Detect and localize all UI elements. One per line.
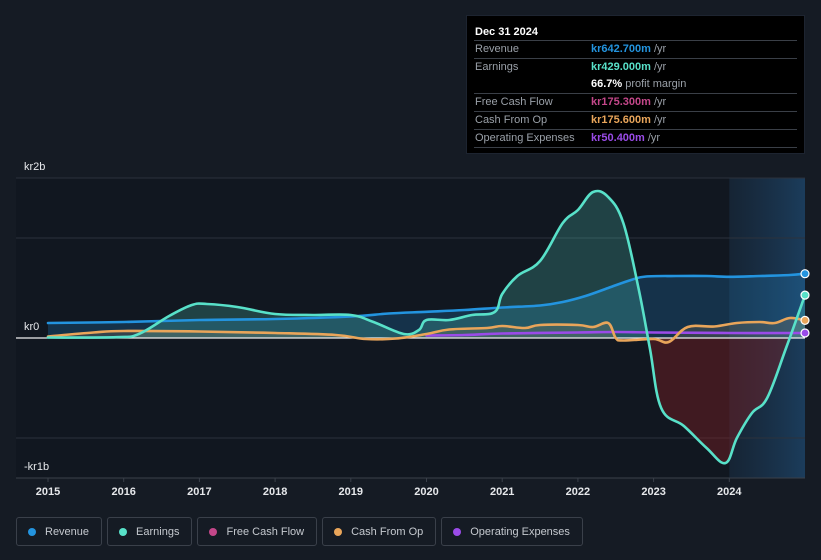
- tooltip-row-revenue: Revenue kr642.700m /yr: [474, 40, 797, 58]
- cash-from-op-dot-icon: [334, 527, 343, 536]
- tooltip-value: kr429.000m: [591, 61, 651, 73]
- y-label-top: kr2b: [24, 161, 45, 173]
- x-tick-label: 2016: [111, 486, 135, 498]
- tooltip-unit: /yr: [653, 114, 667, 126]
- tooltip-row-cfo: Cash From Op kr175.600m /yr: [474, 111, 797, 129]
- x-tick-label: 2022: [566, 486, 590, 498]
- legend-label: Free Cash Flow: [226, 525, 305, 538]
- free-cash-flow-dot-icon: [209, 527, 218, 536]
- tooltip-panel: Dec 31 2024 Revenue kr642.700m /yr Earni…: [466, 15, 805, 154]
- tooltip-label: Earnings: [475, 61, 519, 73]
- x-tick-label: 2019: [339, 486, 363, 498]
- revenue-end-marker[interactable]: [800, 269, 810, 279]
- x-tick-label: 2023: [641, 486, 665, 498]
- tooltip-row-opex: Operating Expenses kr50.400m /yr: [474, 129, 797, 148]
- tooltip-unit: profit margin: [625, 78, 687, 90]
- tooltip-label: [474, 76, 591, 93]
- tooltip-unit: /yr: [653, 61, 667, 73]
- tooltip-value: kr50.400m: [591, 132, 645, 144]
- legend-item-free-cash-flow[interactable]: Free Cash Flow: [197, 517, 318, 546]
- tooltip-value: kr642.700m: [591, 43, 651, 55]
- x-tick-label: 2017: [187, 486, 211, 498]
- tooltip-row-fcf: Free Cash Flow kr175.300m /yr: [474, 93, 797, 111]
- y-label-zero: kr0: [24, 321, 39, 333]
- x-tick-label: 2018: [263, 486, 287, 498]
- legend-label: Cash From Op: [351, 525, 424, 538]
- legend-item-operating-expenses[interactable]: Operating Expenses: [441, 517, 583, 546]
- tooltip-label: Free Cash Flow: [475, 96, 553, 108]
- tooltip-unit: /yr: [653, 96, 667, 108]
- y-label-bottom: -kr1b: [24, 461, 49, 473]
- tooltip-row-earnings: Earnings kr429.000m /yr: [474, 58, 797, 76]
- tooltip-unit: /yr: [653, 43, 667, 55]
- cfo-end-marker[interactable]: [800, 315, 810, 325]
- legend-item-earnings[interactable]: Earnings: [107, 517, 193, 546]
- x-tick-label: 2021: [490, 486, 514, 498]
- x-tick-label: 2020: [414, 486, 438, 498]
- tooltip-label: Cash From Op: [475, 114, 548, 126]
- x-tick-label: 2024: [717, 486, 742, 498]
- tooltip-value: 66.7%: [591, 78, 623, 90]
- tooltip-label: Revenue: [475, 43, 520, 55]
- operating-expenses-dot-icon: [453, 527, 462, 536]
- tooltip-value: kr175.300m: [591, 96, 651, 108]
- tooltip-row-profit-margin: 66.7% profit margin: [474, 76, 797, 93]
- x-tick-label: 2015: [36, 486, 60, 498]
- revenue-dot-icon: [28, 527, 36, 536]
- opex-end-marker[interactable]: [800, 328, 810, 338]
- tooltip-unit: /yr: [647, 132, 661, 144]
- legend-item-revenue[interactable]: Revenue: [16, 517, 103, 546]
- tooltip-value: kr175.600m: [591, 114, 651, 126]
- legend-label: Revenue: [45, 525, 90, 538]
- earnings-dot-icon: [119, 527, 128, 536]
- x-axis: 2015 2016 2017 2018 2019 2020 2021 2022 2023 2024: [16, 477, 805, 498]
- chart-legend: Revenue Earnings Free Cash Flow Cash Fro…: [16, 517, 583, 546]
- legend-label: Earnings: [136, 525, 180, 538]
- legend-item-cash-from-op[interactable]: Cash From Op: [322, 517, 437, 546]
- tooltip-label: Operating Expenses: [475, 132, 575, 144]
- legend-label: Operating Expenses: [470, 525, 570, 538]
- tooltip-date: Dec 31 2024: [475, 26, 538, 38]
- earnings-end-marker[interactable]: [800, 290, 810, 300]
